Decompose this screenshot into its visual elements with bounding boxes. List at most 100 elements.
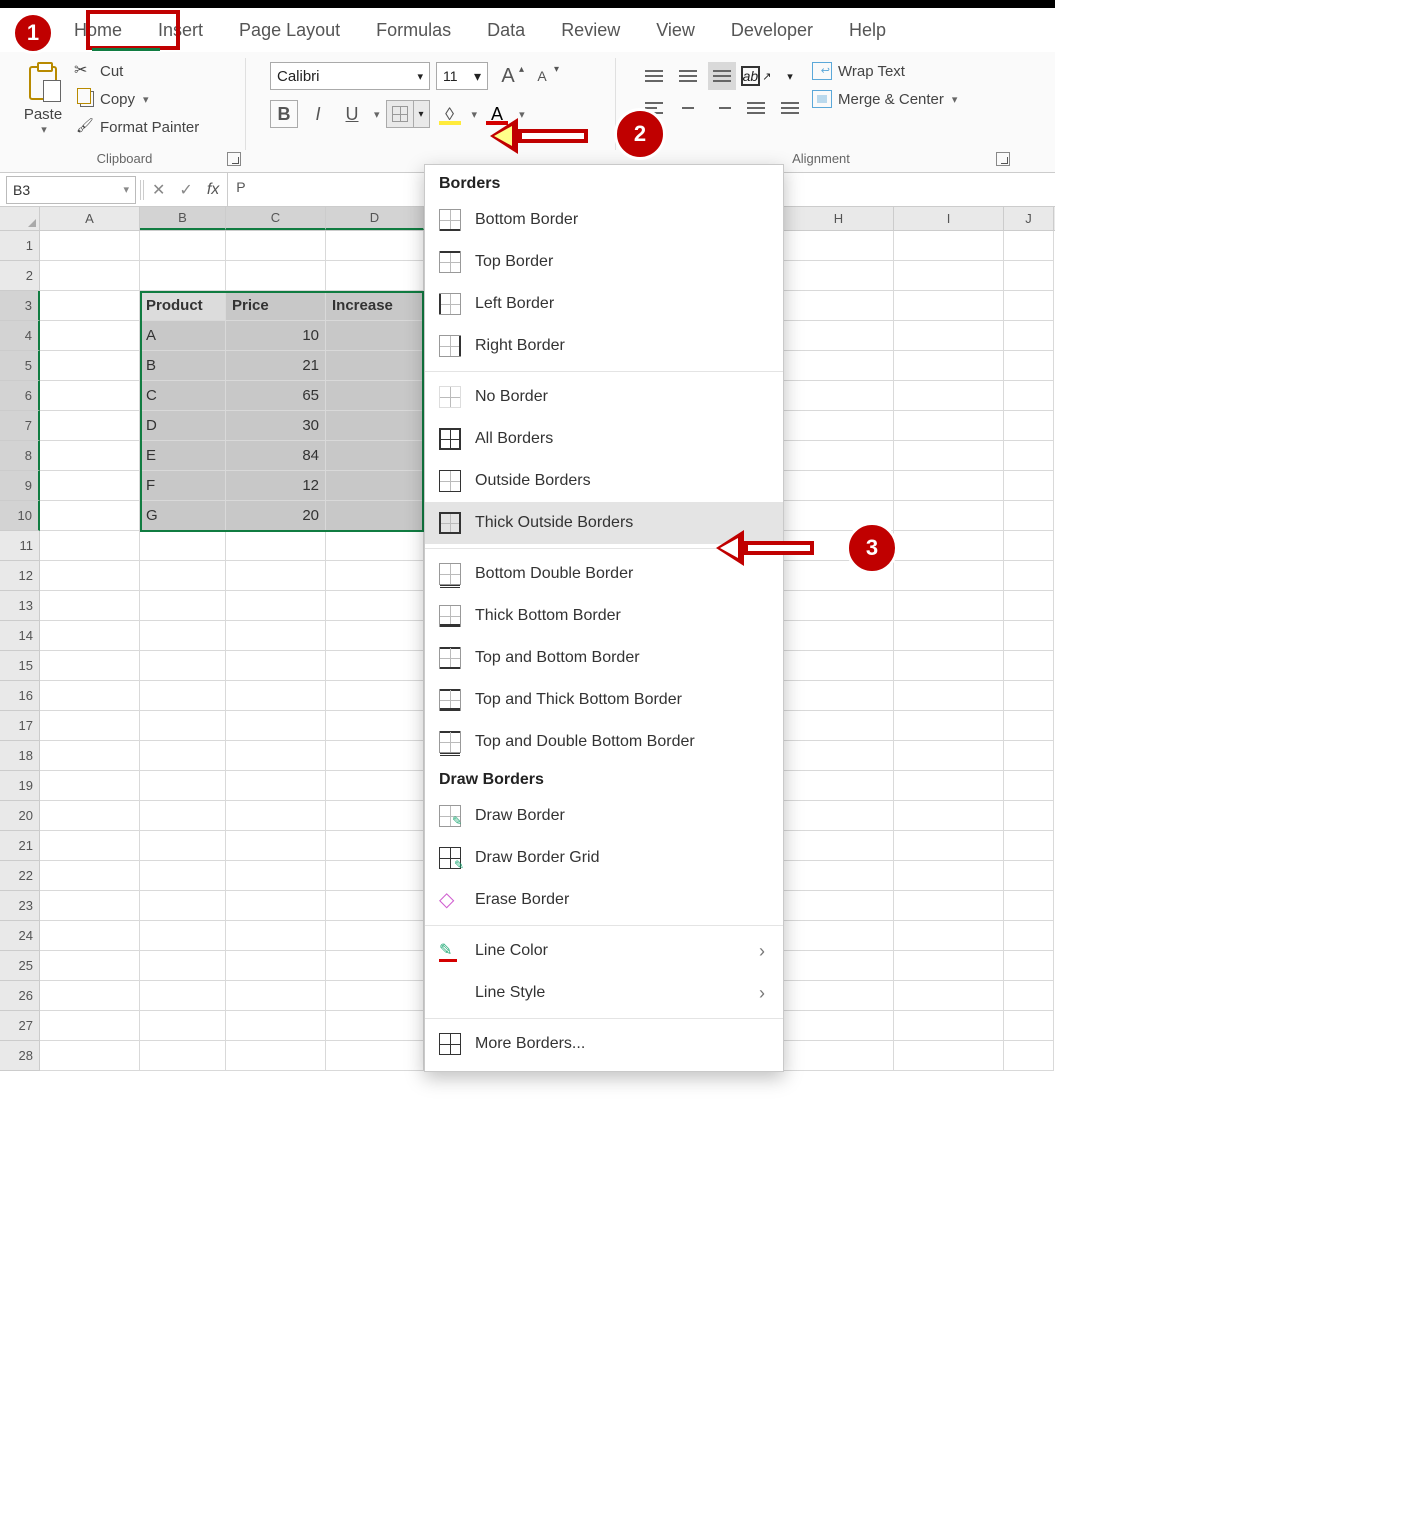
menu-top-and-bottom-border[interactable]: Top and Bottom Border (425, 637, 783, 679)
cell[interactable]: E (140, 441, 226, 471)
cell[interactable]: F (140, 471, 226, 501)
cell[interactable] (40, 831, 140, 861)
cell[interactable] (1004, 441, 1054, 471)
cell[interactable] (784, 351, 894, 381)
cell[interactable] (226, 1011, 326, 1041)
chevron-down-icon[interactable]: ▾ (374, 108, 380, 121)
orientation-caret[interactable]: ▾ (776, 62, 804, 90)
cell[interactable] (326, 681, 424, 711)
align-top-button[interactable] (640, 62, 668, 90)
cell[interactable] (784, 291, 894, 321)
increase-indent-button[interactable] (776, 94, 804, 122)
menu-top-and-thick-bottom-border[interactable]: Top and Thick Bottom Border (425, 679, 783, 721)
orientation-button[interactable]: ab↗ (742, 62, 770, 90)
cell[interactable] (326, 411, 424, 441)
menu-thick-bottom-border[interactable]: Thick Bottom Border (425, 595, 783, 637)
menu-all-borders[interactable]: All Borders (425, 418, 783, 460)
menu-more-borders[interactable]: More Borders... (425, 1023, 783, 1065)
cell[interactable] (326, 831, 424, 861)
cell[interactable] (784, 681, 894, 711)
row-header[interactable]: 20 (0, 801, 40, 831)
row-header[interactable]: 5 (0, 351, 40, 381)
cell[interactable]: 65 (226, 381, 326, 411)
cell[interactable] (40, 741, 140, 771)
row-header[interactable]: 26 (0, 981, 40, 1011)
cell[interactable] (326, 501, 424, 531)
decrease-indent-button[interactable] (742, 94, 770, 122)
row-header[interactable]: 8 (0, 441, 40, 471)
cell[interactable] (784, 591, 894, 621)
cell[interactable]: 20 (226, 501, 326, 531)
name-box[interactable]: B3▾ (6, 176, 136, 204)
cell[interactable] (40, 651, 140, 681)
cell[interactable] (140, 741, 226, 771)
cell[interactable]: 12 (226, 471, 326, 501)
cell[interactable] (40, 501, 140, 531)
dialog-launcher-icon[interactable] (996, 152, 1010, 166)
row-header[interactable]: 7 (0, 411, 40, 441)
row-header[interactable]: 21 (0, 831, 40, 861)
cell[interactable] (894, 831, 1004, 861)
cell[interactable] (226, 681, 326, 711)
cell[interactable] (326, 711, 424, 741)
cell[interactable] (894, 951, 1004, 981)
cell[interactable] (894, 231, 1004, 261)
cell[interactable] (784, 381, 894, 411)
cell[interactable] (140, 1041, 226, 1071)
row-header[interactable]: 2 (0, 261, 40, 291)
cell[interactable] (326, 921, 424, 951)
cell[interactable] (140, 681, 226, 711)
row-header[interactable]: 24 (0, 921, 40, 951)
cell[interactable] (140, 591, 226, 621)
cell[interactable] (784, 1041, 894, 1071)
cell[interactable] (326, 381, 424, 411)
cell[interactable] (326, 561, 424, 591)
cell[interactable] (226, 231, 326, 261)
cell[interactable] (326, 651, 424, 681)
cell[interactable] (784, 441, 894, 471)
cell[interactable] (326, 891, 424, 921)
cell[interactable] (140, 951, 226, 981)
align-middle-button[interactable] (674, 62, 702, 90)
cell[interactable] (1004, 471, 1054, 501)
cell[interactable] (40, 261, 140, 291)
copy-button[interactable]: Copy▾ (76, 90, 199, 108)
cell[interactable] (894, 801, 1004, 831)
menu-no-border[interactable]: No Border (425, 376, 783, 418)
cell[interactable] (40, 621, 140, 651)
cut-button[interactable]: Cut (76, 62, 199, 80)
cell[interactable] (1004, 1011, 1054, 1041)
borders-dropdown-button[interactable]: ▾ (414, 100, 430, 128)
row-header[interactable]: 9 (0, 471, 40, 501)
cell[interactable] (1004, 231, 1054, 261)
col-header-H[interactable]: H (784, 207, 894, 230)
cell[interactable] (1004, 861, 1054, 891)
cell[interactable] (784, 1011, 894, 1041)
cell[interactable] (40, 591, 140, 621)
row-header[interactable]: 12 (0, 561, 40, 591)
row-header[interactable]: 1 (0, 231, 40, 261)
cell[interactable]: G (140, 501, 226, 531)
chevron-down-icon[interactable]: ▾ (952, 93, 958, 106)
row-header[interactable]: 11 (0, 531, 40, 561)
cell[interactable] (326, 951, 424, 981)
cell[interactable] (1004, 261, 1054, 291)
cell[interactable] (326, 321, 424, 351)
cell[interactable]: Price (226, 291, 326, 321)
paste-button[interactable]: Paste ▾ (16, 62, 70, 136)
col-header-A[interactable]: A (40, 207, 140, 230)
cell[interactable] (140, 981, 226, 1011)
cell[interactable] (326, 231, 424, 261)
cell[interactable] (140, 261, 226, 291)
cell[interactable] (894, 681, 1004, 711)
cell[interactable]: Increase (326, 291, 424, 321)
cell[interactable] (784, 741, 894, 771)
cell[interactable] (226, 861, 326, 891)
row-header[interactable]: 22 (0, 861, 40, 891)
cell[interactable] (40, 1011, 140, 1041)
cell[interactable] (226, 711, 326, 741)
cell[interactable] (226, 561, 326, 591)
fill-color-button[interactable]: ◊ (436, 100, 464, 128)
cell[interactable] (784, 261, 894, 291)
menu-top-border[interactable]: Top Border (425, 241, 783, 283)
